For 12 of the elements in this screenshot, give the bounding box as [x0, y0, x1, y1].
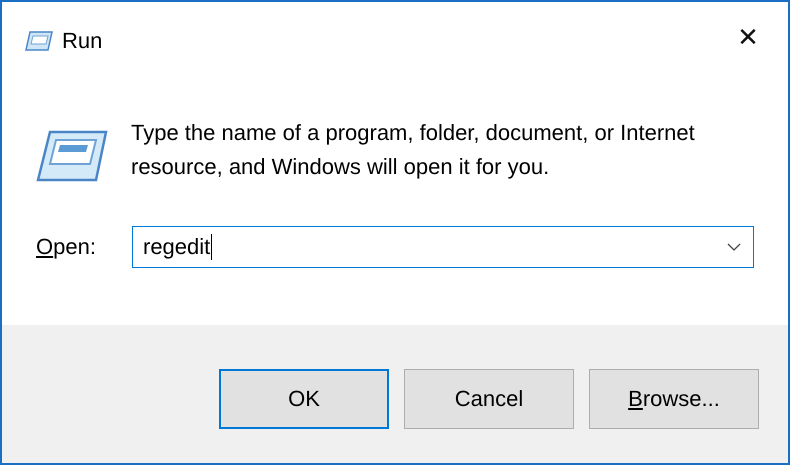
- dialog-button[interactable]: Cancel: [404, 369, 574, 429]
- window-title: Run: [62, 28, 104, 54]
- dialog-button[interactable]: Browse...: [589, 369, 759, 429]
- close-button[interactable]: ✕: [718, 8, 778, 68]
- typed-text: regedit: [143, 234, 210, 260]
- open-label: Open:: [36, 234, 97, 260]
- instruction-text: Type the name of a program, folder, document, or Internet resource, and Windows will open it for you.: [131, 119, 696, 181]
- run-icon: [36, 128, 108, 184]
- open-combo-box[interactable]: regedit: [132, 226, 754, 268]
- run-icon: [24, 30, 54, 52]
- dropdown-caret-icon[interactable]: [727, 243, 741, 251]
- dialog-button[interactable]: OK: [219, 369, 389, 429]
